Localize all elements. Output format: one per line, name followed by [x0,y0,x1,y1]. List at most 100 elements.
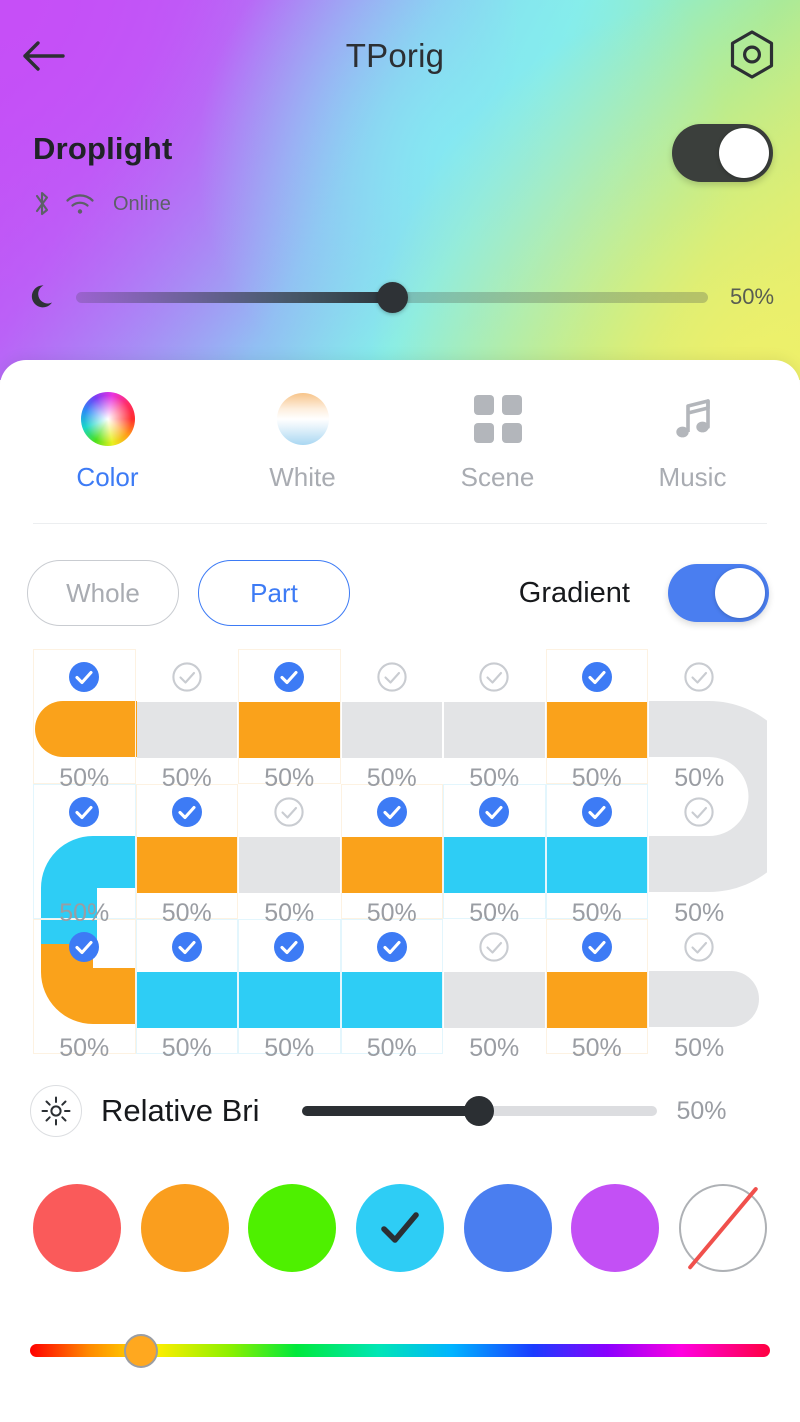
segment-bar [239,702,340,758]
brightness-slider[interactable] [76,281,708,313]
segment-cell[interactable]: 50% [340,784,443,927]
segment-brightness: 50% [571,899,622,927]
tab-divider [33,523,767,524]
swatch-purple[interactable] [571,1184,660,1272]
segment-bar [444,702,545,758]
segment-cell[interactable]: 50% [135,784,238,927]
checkbox-checked-icon[interactable] [171,796,203,828]
relative-brightness-slider[interactable] [301,1096,657,1126]
segment-brightness: 50% [161,1034,212,1062]
segment-cell[interactable]: 50% [238,784,341,927]
tab-white-label: White [269,462,336,492]
checkbox-checked-icon[interactable] [171,931,203,963]
checkbox-unchecked-icon[interactable] [478,931,510,963]
segment-cell[interactable]: 50% [648,919,751,1062]
segment-row: 50% 50% 50% 50% 50% 50% 50% [33,649,767,792]
segment-cell[interactable]: 50% [648,649,751,792]
segment-cell[interactable]: 50% [136,649,239,792]
checkbox-unchecked-icon[interactable] [683,661,715,693]
segment-brightness: 50% [366,1034,417,1062]
brightness-slider-thumb[interactable] [376,281,408,313]
segment-brightness: 50% [161,764,212,792]
checkbox-checked-icon[interactable] [68,661,100,693]
relative-brightness-thumb[interactable] [464,1096,494,1126]
swatch-orange[interactable] [140,1184,229,1272]
relative-brightness-label: Relative Bri [101,1093,260,1128]
title-bar: TPorig [0,0,800,112]
white-gradient-icon [274,390,332,448]
mode-tab-bar: Color White Scene Music [0,360,800,493]
segment-brightness: 50% [469,764,520,792]
segment-cell[interactable]: 50% [33,784,136,927]
segment-cell[interactable]: 50% [340,919,443,1062]
device-control-screen: TPorig Droplight Online 50% Color White … [0,0,800,1422]
segment-cell[interactable]: 50% [545,784,648,927]
tab-white[interactable]: White [205,390,400,493]
segment-cell[interactable]: 50% [341,649,444,792]
segment-cell[interactable]: 50% [33,649,136,792]
checkbox-checked-icon[interactable] [376,796,408,828]
swatch-blue[interactable] [463,1184,552,1272]
segment-brightness: 50% [571,1034,622,1062]
checkbox-checked-icon[interactable] [273,661,305,693]
checkbox-checked-icon[interactable] [68,796,100,828]
whole-mode-button[interactable]: Whole [27,560,179,626]
checkbox-unchecked-icon[interactable] [273,796,305,828]
swatch-green[interactable] [248,1184,337,1272]
device-name: Droplight [33,131,173,166]
checkbox-unchecked-icon[interactable] [376,661,408,693]
segment-brightness: 50% [674,764,725,792]
segment-cell[interactable]: 50% [545,649,648,792]
settings-button[interactable] [704,0,800,112]
segment-cell[interactable]: 50% [135,919,238,1062]
relative-brightness-value: 50% [676,1096,727,1125]
segment-brightness: 50% [264,764,315,792]
checkbox-checked-icon[interactable] [376,931,408,963]
hue-slider-thumb[interactable] [124,1334,158,1368]
checkbox-checked-icon[interactable] [68,931,100,963]
checkbox-checked-icon[interactable] [581,661,613,693]
sun-icon [30,1085,82,1137]
swatch-cyan[interactable] [355,1184,444,1272]
segment-cell[interactable]: 50% [648,784,751,927]
segment-bar [136,837,237,893]
status-label: Online [113,192,171,215]
gradient-toggle-knob [715,568,765,618]
segment-cell[interactable]: 50% [545,919,648,1062]
segment-brightness: 50% [264,899,315,927]
checkbox-unchecked-icon[interactable] [478,661,510,693]
tab-color[interactable]: Color [10,390,205,493]
segment-cell[interactable]: 50% [238,649,341,792]
checkbox-checked-icon[interactable] [581,796,613,828]
color-swatch-row [0,1184,800,1272]
segment-brightness: 50% [161,899,212,927]
segment-cell[interactable]: 50% [443,919,546,1062]
tab-scene-label: Scene [460,462,535,492]
gradient-toggle[interactable] [668,564,769,622]
power-toggle[interactable] [672,124,773,182]
moon-icon [30,282,60,312]
hex-gear-icon [730,30,774,79]
swatch-none[interactable] [678,1184,767,1272]
segment-brightness: 50% [469,1034,520,1062]
bluetooth-icon [35,191,49,216]
segment-cell[interactable]: 50% [443,784,546,927]
part-mode-button[interactable]: Part [198,560,350,626]
segment-bar [239,972,340,1028]
segment-row: 50% 50% 50% 50% 50% 50% 50% [33,919,767,1062]
checkbox-checked-icon[interactable] [478,796,510,828]
checkbox-checked-icon[interactable] [581,931,613,963]
back-button[interactable] [0,0,86,112]
checkbox-unchecked-icon[interactable] [683,796,715,828]
grid-squares-icon [469,390,527,448]
segment-cell[interactable]: 50% [33,919,136,1062]
segment-cell[interactable]: 50% [238,919,341,1062]
tab-color-label: Color [76,462,139,492]
checkbox-checked-icon[interactable] [273,931,305,963]
checkbox-unchecked-icon[interactable] [171,661,203,693]
tab-scene[interactable]: Scene [400,390,595,493]
tab-music[interactable]: Music [595,390,790,493]
segment-cell[interactable]: 50% [443,649,546,792]
swatch-red[interactable] [33,1184,121,1272]
checkbox-unchecked-icon[interactable] [683,931,715,963]
